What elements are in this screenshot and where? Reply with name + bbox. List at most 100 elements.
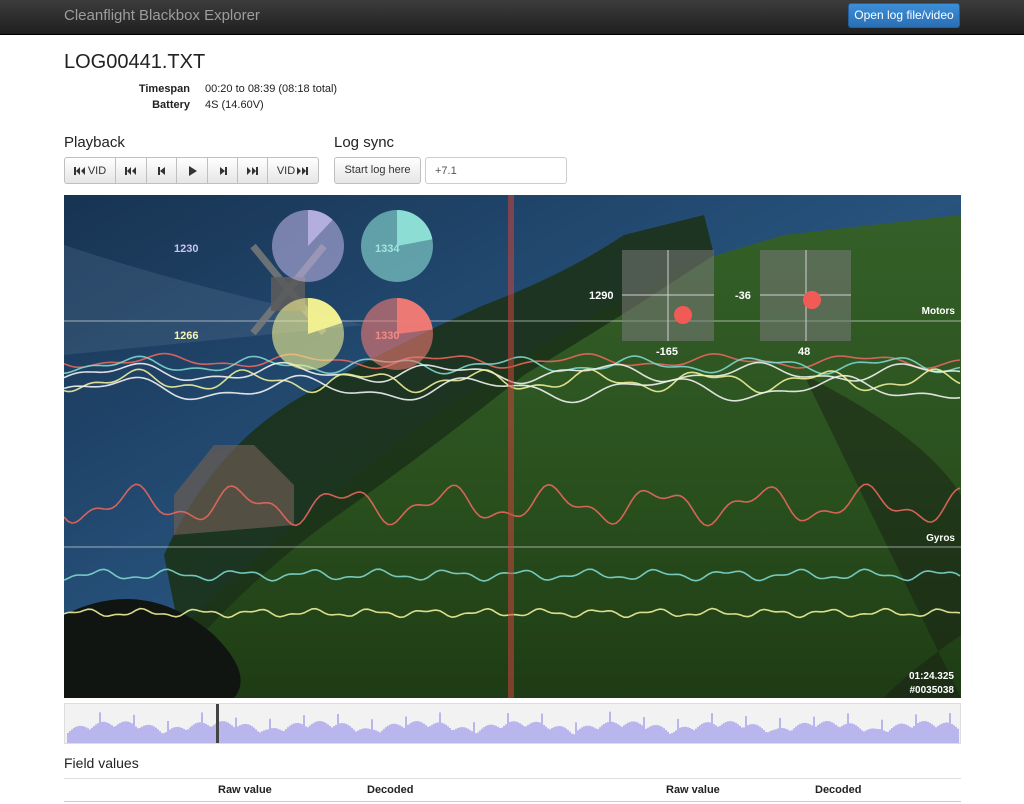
seek-histogram-bar bbox=[597, 729, 599, 743]
log-meta-labels: Timespan Battery bbox=[110, 81, 190, 113]
seek-histogram-bar bbox=[271, 728, 273, 743]
seek-histogram-bar bbox=[553, 727, 555, 743]
playback-cursor[interactable] bbox=[508, 195, 514, 698]
step-back-icon bbox=[157, 166, 165, 175]
start-log-here-button[interactable]: Start log here bbox=[334, 157, 421, 184]
seek-histogram-bar bbox=[885, 731, 887, 743]
seek-histogram-bar bbox=[297, 722, 299, 743]
playback-title: Playback bbox=[64, 134, 125, 151]
seek-histogram-bar bbox=[361, 728, 363, 743]
seek-histogram-bar bbox=[219, 721, 221, 743]
seek-histogram-bar bbox=[681, 727, 683, 743]
seek-histogram-bar bbox=[185, 729, 187, 743]
seek-histogram-bar bbox=[419, 721, 421, 743]
seek-histogram-bar bbox=[579, 728, 581, 743]
seek-histogram-bar bbox=[227, 722, 229, 743]
seek-position-marker[interactable] bbox=[216, 704, 219, 743]
seek-histogram-bar bbox=[925, 721, 927, 743]
seek-bar[interactable] bbox=[64, 703, 961, 744]
seek-histogram-bar bbox=[393, 723, 395, 743]
seek-histogram-bar bbox=[919, 721, 921, 743]
log-graph-canvas[interactable]: 1230 1334 1266 1330 1290 -165 -36 48 Mot… bbox=[64, 195, 961, 698]
seek-histogram-bar bbox=[177, 726, 179, 743]
seek-histogram-bar bbox=[951, 723, 953, 743]
seek-histogram-bar bbox=[697, 726, 699, 743]
seek-histogram-bar bbox=[551, 728, 553, 743]
seek-histogram-bar bbox=[835, 724, 837, 743]
seek-histogram-bar bbox=[123, 721, 125, 743]
seek-histogram-bar bbox=[595, 728, 597, 743]
timespan-label: Timespan bbox=[138, 83, 190, 95]
seek-histogram-bar bbox=[581, 727, 583, 743]
video-start-button[interactable]: VID bbox=[64, 157, 115, 184]
seek-histogram-bar bbox=[567, 729, 569, 743]
seek-histogram-bar bbox=[907, 725, 909, 743]
seek-histogram-bar bbox=[803, 722, 805, 743]
seek-histogram-bar bbox=[757, 725, 759, 743]
seek-histogram-bar bbox=[175, 726, 177, 743]
motor-3-pie bbox=[272, 298, 344, 370]
seek-histogram-bar bbox=[87, 728, 89, 743]
seek-histogram-bar bbox=[861, 730, 863, 743]
seek-histogram-bar bbox=[563, 727, 565, 743]
seek-histogram-bar bbox=[441, 722, 443, 743]
seek-histogram-bar bbox=[537, 721, 539, 743]
seek-histogram-bar bbox=[705, 722, 707, 743]
seek-histogram-bar bbox=[439, 712, 441, 743]
seek-histogram-bar bbox=[685, 726, 687, 743]
step-back-button[interactable] bbox=[146, 157, 176, 184]
seek-histogram-bar bbox=[159, 731, 161, 743]
step-forward-button[interactable] bbox=[207, 157, 237, 184]
play-button[interactable] bbox=[176, 157, 207, 184]
seek-histogram-bar bbox=[775, 729, 777, 743]
seek-histogram-bar bbox=[365, 728, 367, 743]
seek-histogram-bar bbox=[477, 732, 479, 743]
seek-histogram-bar bbox=[119, 723, 121, 743]
seek-histogram-bar bbox=[247, 724, 249, 743]
seek-histogram-bar bbox=[433, 723, 435, 743]
seek-histogram-bar bbox=[201, 712, 203, 743]
seek-histogram-bar bbox=[317, 721, 319, 743]
seek-histogram-bar bbox=[427, 726, 429, 743]
seek-histogram-bar bbox=[539, 722, 541, 743]
seek-histogram-bar bbox=[611, 721, 613, 743]
seek-histogram-bar bbox=[75, 726, 77, 743]
seek-histogram-bar bbox=[517, 722, 519, 743]
seek-histogram-bar bbox=[583, 726, 585, 743]
seek-histogram-bar bbox=[719, 725, 721, 743]
seek-histogram-bar bbox=[383, 728, 385, 743]
seek-histogram-bar bbox=[577, 730, 579, 743]
seek-histogram-bar bbox=[445, 724, 447, 743]
seek-histogram-bar bbox=[289, 725, 291, 743]
decoded-header-2: Decoded bbox=[815, 784, 862, 796]
log-start-button[interactable] bbox=[115, 157, 146, 184]
seek-histogram-bar bbox=[501, 727, 503, 743]
video-end-button[interactable]: VID bbox=[267, 157, 319, 184]
seek-histogram-bar bbox=[223, 721, 225, 743]
seek-histogram-bar bbox=[107, 722, 109, 743]
seek-histogram-bar bbox=[945, 722, 947, 743]
seek-histogram-bar bbox=[343, 723, 345, 743]
seek-histogram-bar bbox=[145, 725, 147, 743]
seek-histogram-bar bbox=[717, 726, 719, 743]
seek-histogram-bar bbox=[533, 722, 535, 743]
seek-histogram-bar bbox=[531, 722, 533, 743]
seek-histogram-bar bbox=[761, 728, 763, 743]
open-log-button[interactable]: Open log file/video bbox=[848, 3, 960, 28]
seek-histogram-bar bbox=[893, 726, 895, 743]
seek-histogram-bar bbox=[813, 716, 815, 743]
log-sync-offset-input[interactable] bbox=[425, 157, 567, 184]
seek-histogram-bar bbox=[569, 731, 571, 743]
seek-histogram-bar bbox=[273, 728, 275, 743]
seek-histogram-bar bbox=[369, 729, 371, 743]
seek-histogram-bar bbox=[389, 724, 391, 743]
log-end-button[interactable] bbox=[237, 157, 267, 184]
seek-histogram-bar bbox=[603, 723, 605, 743]
seek-histogram-bar bbox=[653, 725, 655, 743]
seek-histogram-bar bbox=[497, 726, 499, 743]
seek-histogram-bar bbox=[115, 725, 117, 743]
seek-histogram-bar bbox=[335, 724, 337, 743]
seek-histogram-bar bbox=[323, 721, 325, 743]
seek-histogram-bar bbox=[869, 728, 871, 743]
seek-histogram-bar bbox=[839, 727, 841, 743]
